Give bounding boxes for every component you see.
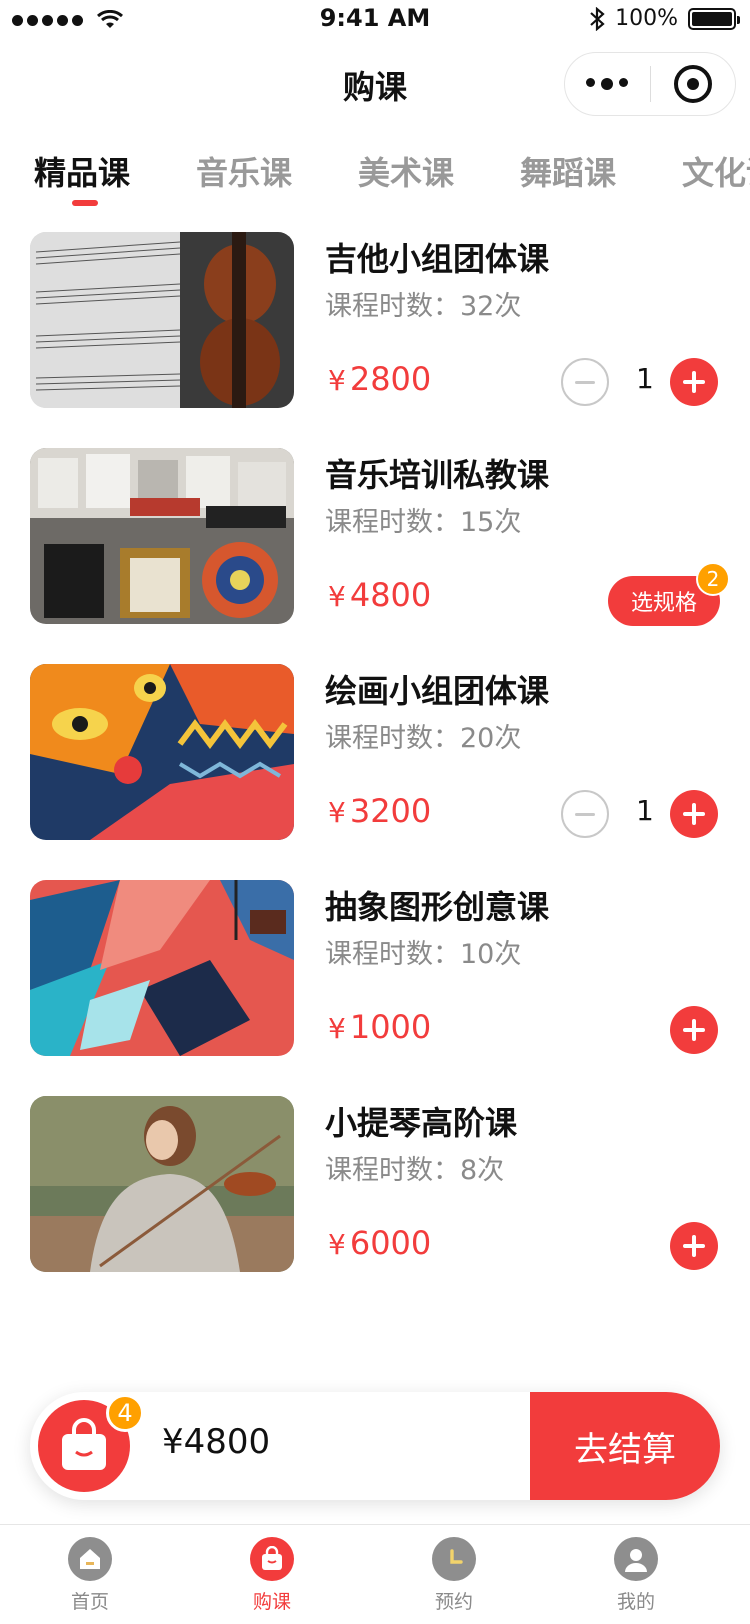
tab-boutique[interactable]: 精品课	[34, 148, 130, 194]
course-title: 绘画小组团体课	[325, 672, 550, 710]
tabbar-item-booking[interactable]: 预约	[394, 1537, 514, 1614]
course-price: ¥1000	[328, 1008, 431, 1046]
bottom-tab-bar: 首页 购课 预约 我的	[0, 1524, 750, 1624]
tab-art[interactable]: 美术课	[358, 148, 454, 194]
nav-bar: 购课	[0, 40, 750, 128]
increase-quantity-button[interactable]	[670, 358, 718, 406]
course-price: ¥2800	[328, 360, 431, 398]
price-value: 2800	[349, 360, 432, 398]
home-icon	[68, 1537, 112, 1581]
cart-count-badge: 4	[106, 1394, 144, 1432]
user-icon	[614, 1537, 658, 1581]
checkout-button[interactable]: 去结算	[530, 1392, 720, 1500]
tabbar-label: 我的	[616, 1591, 655, 1613]
course-title: 小提琴高阶课	[325, 1104, 518, 1142]
mini-program-capsule	[564, 52, 736, 116]
price-value: 6000	[349, 1224, 432, 1262]
tabbar-label: 预约	[434, 1591, 473, 1613]
currency-symbol: ¥	[328, 1012, 346, 1045]
currency-symbol: ¥	[328, 796, 346, 829]
course-hours: 课程时数：32次	[325, 291, 522, 322]
course-title: 抽象图形创意课	[325, 888, 550, 926]
select-spec-button[interactable]: 选规格 2	[608, 562, 730, 626]
course-item[interactable]: 抽象图形创意课 课程时数：10次 ¥1000	[30, 880, 720, 1056]
currency-symbol: ¥	[328, 580, 346, 613]
course-price: ¥6000	[328, 1224, 431, 1262]
tab-culture[interactable]: 文化课	[682, 148, 750, 194]
quantity-value: 1	[636, 362, 654, 395]
battery-percent: 100%	[615, 6, 678, 31]
course-thumbnail	[30, 448, 294, 624]
tab-music[interactable]: 音乐课	[196, 148, 292, 194]
course-hours: 课程时数：20次	[325, 723, 522, 754]
course-hours: 课程时数：10次	[325, 939, 522, 970]
cart-total: ¥4800	[162, 1422, 271, 1462]
tabbar-label: 购课	[252, 1591, 291, 1613]
decrease-quantity-button[interactable]	[561, 790, 609, 838]
course-price: ¥4800	[328, 576, 431, 614]
shopping-bag-icon	[250, 1537, 294, 1581]
tabbar-item-mine[interactable]: 我的	[576, 1537, 696, 1614]
course-price: ¥3200	[328, 792, 431, 830]
clock-icon	[432, 1537, 476, 1581]
spec-button-label: 选规格	[630, 591, 697, 616]
tab-dance[interactable]: 舞蹈课	[520, 148, 616, 194]
tabbar-item-home[interactable]: 首页	[30, 1537, 150, 1614]
course-thumbnail	[30, 880, 294, 1056]
course-title: 吉他小组团体课	[325, 240, 550, 278]
tabbar-label: 首页	[70, 1591, 109, 1613]
close-icon[interactable]	[651, 65, 736, 103]
add-to-cart-button[interactable]	[670, 1006, 718, 1054]
course-item[interactable]: 绘画小组团体课 课程时数：20次 ¥3200 1	[30, 664, 720, 840]
price-value: 3200	[349, 792, 432, 830]
course-item[interactable]: 音乐培训私教课 课程时数：15次 ¥4800 选规格 2	[30, 448, 730, 626]
increase-quantity-button[interactable]	[670, 790, 718, 838]
category-tabs: 精品课 音乐课 美术课 舞蹈课 文化课	[0, 140, 750, 210]
course-thumbnail	[30, 1096, 294, 1272]
course-item[interactable]: 吉他小组团体课 课程时数：32次 ¥2800 1	[30, 232, 720, 408]
spec-count-badge: 2	[696, 562, 730, 596]
course-thumbnail	[30, 232, 294, 408]
add-to-cart-button[interactable]	[670, 1222, 718, 1270]
tabbar-item-buy[interactable]: 购课	[212, 1537, 332, 1614]
currency-symbol: ¥	[328, 364, 346, 397]
course-hours: 课程时数：15次	[325, 507, 522, 538]
currency-symbol: ¥	[328, 1228, 346, 1261]
quantity-value: 1	[636, 794, 654, 827]
course-thumbnail	[30, 664, 294, 840]
price-value: 4800	[349, 576, 432, 614]
course-title: 音乐培训私教课	[325, 456, 550, 494]
more-icon[interactable]	[565, 78, 650, 90]
decrease-quantity-button[interactable]	[561, 358, 609, 406]
active-tab-indicator	[72, 200, 98, 206]
bluetooth-icon	[590, 6, 605, 31]
course-hours: 课程时数：8次	[325, 1155, 505, 1186]
price-value: 1000	[349, 1008, 432, 1046]
status-bar: 9:41 AM 100%	[0, 0, 750, 40]
battery-icon	[688, 7, 740, 30]
status-right: 100%	[589, 6, 740, 31]
cart-bar: 4 ¥4800 去结算	[30, 1392, 720, 1500]
course-item[interactable]: 小提琴高阶课 课程时数：8次 ¥6000	[30, 1096, 720, 1272]
